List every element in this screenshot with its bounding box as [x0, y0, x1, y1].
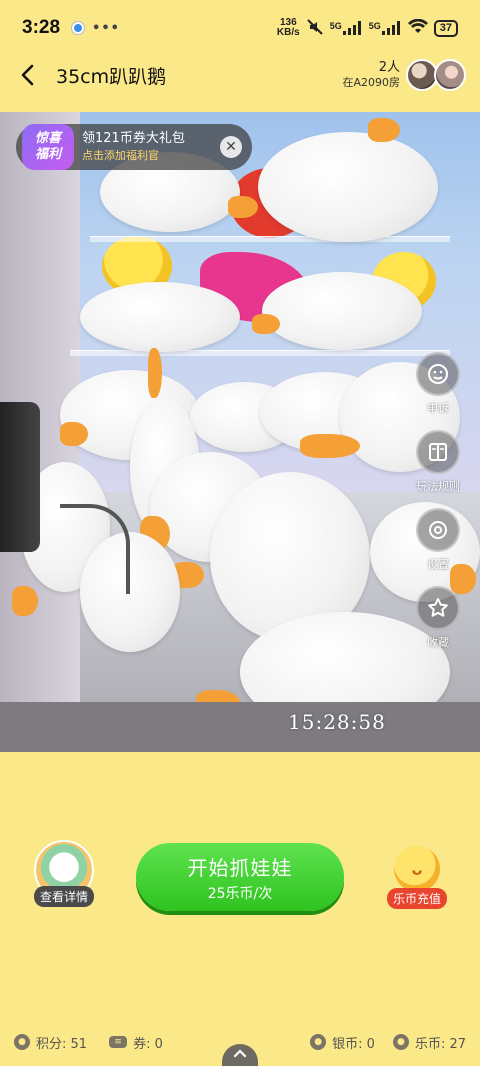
coin-icon: ᴗ [394, 846, 440, 892]
gear-icon [416, 508, 460, 552]
promo-subtitle: 点击添加福利官 [82, 149, 159, 162]
claw-cable [60, 504, 130, 594]
view-details-label: 查看详情 [33, 886, 94, 907]
goose-beak [148, 348, 162, 398]
video-timestamp: 15:28:58 [288, 710, 386, 734]
status-right: 136 KB/s 5G 5G 37 [277, 18, 458, 39]
goose-beak [12, 586, 38, 616]
wifi-icon [407, 18, 428, 38]
room-number: 在A2090房 [342, 76, 400, 89]
live-video: 15:28:58 [0, 112, 480, 752]
back-button[interactable] [14, 61, 42, 89]
promo-title: 领121币券大礼包 [82, 131, 185, 146]
room-title: 35cm趴趴鹅 [56, 65, 167, 88]
start-grab-button[interactable]: 开始抓娃娃 25乐币/次 [136, 843, 344, 911]
close-icon[interactable]: ✕ [220, 136, 242, 158]
start-grab-label: 开始抓娃娃 [187, 855, 293, 880]
goose-beak [252, 314, 280, 334]
promo-badge-line1: 惊喜 [34, 131, 61, 146]
coupons-stat: ≡ 券: 0 [109, 1033, 163, 1052]
price-per-play: 25乐币/次 [207, 885, 273, 902]
network-speed: 136 KB/s [277, 18, 300, 38]
silver-coin-icon: ● [310, 1034, 327, 1050]
more-notifications-icon: ••• [92, 20, 120, 36]
viewer-count: 2人 [378, 60, 400, 75]
points-value: 积分: 51 [36, 1036, 88, 1052]
chevron-up-icon [233, 1049, 247, 1058]
side-action-label: 收藏 [427, 636, 449, 649]
smiley-face-icon [416, 352, 460, 396]
glass-shelf [90, 236, 450, 242]
goose-beak [300, 434, 360, 458]
claw-mechanism [0, 402, 40, 552]
sim1-label: 5G [329, 21, 342, 31]
view-details-button[interactable]: 查看详情 [28, 840, 100, 914]
plush-goose [80, 282, 240, 352]
app-notification-icon [72, 22, 85, 34]
currency-stats: ● 银币: 0 ● 乐币: 27 [292, 1033, 466, 1052]
lebi-coin-icon: ● [392, 1034, 409, 1050]
lebi-stat: ● 乐币: 27 [392, 1033, 466, 1052]
promo-badge: 惊喜 福利 [22, 124, 74, 170]
signal-icon-2: 5G [369, 21, 402, 35]
lebi-value: 乐币: 27 [414, 1036, 466, 1052]
side-action-label: 玩法规则 [416, 480, 460, 493]
settings-button[interactable]: 设置 [416, 508, 460, 572]
side-actions: 申诉 玩法规则 设置 收藏 [410, 352, 466, 664]
recharge-label: 乐币充值 [386, 888, 447, 909]
promo-banner[interactable]: 惊喜 福利 领121币券大礼包 点击添加福利官 ✕ [16, 124, 252, 170]
chevron-left-icon [21, 64, 34, 86]
plush-goose [258, 132, 438, 242]
machine-floor [0, 702, 480, 752]
network-speed-unit: KB/s [276, 27, 300, 38]
side-action-label: 申诉 [427, 402, 449, 415]
goose-beak [368, 118, 400, 142]
silver-value: 银币: 0 [332, 1036, 375, 1052]
rules-button[interactable]: 玩法规则 [416, 430, 460, 494]
notification-icons: ••• [72, 21, 120, 36]
glass-shelf [70, 350, 450, 356]
goose-beak [60, 422, 88, 446]
mute-icon [306, 18, 324, 39]
goose-beak [228, 196, 258, 218]
star-icon [416, 586, 460, 630]
book-icon [416, 430, 460, 474]
ticket-icon: ≡ [109, 1036, 128, 1048]
status-time: 3:28 [22, 17, 61, 38]
viewer-area[interactable]: 2人 在A2090房 [342, 59, 466, 91]
room-header: 35cm趴趴鹅 2人 在A2090房 [0, 50, 480, 100]
points-stat: ● 积分: 51 [14, 1033, 87, 1052]
silver-stat: ● 银币: 0 [310, 1033, 375, 1052]
avatar[interactable] [434, 59, 466, 91]
promo-badge-line2: 福利 [34, 147, 61, 162]
side-action-label: 设置 [427, 558, 449, 571]
recharge-button[interactable]: ᴗ 乐币充值 [382, 846, 452, 914]
promo-text: 领121币券大礼包 点击添加福利官 [82, 130, 185, 164]
appeal-button[interactable]: 申诉 [416, 352, 460, 416]
signal-icon-1: 5G [330, 21, 363, 35]
viewer-info: 2人 在A2090房 [342, 60, 400, 90]
coupons-value: 券: 0 [133, 1036, 163, 1052]
plush-goose [262, 272, 422, 350]
sim2-label: 5G [368, 21, 381, 31]
viewer-avatars[interactable] [406, 59, 466, 91]
battery-indicator: 37 [433, 19, 458, 37]
status-bar: 3:28 ••• 136 KB/s 5G 5G 37 [0, 0, 480, 56]
points-icon: ● [14, 1034, 30, 1050]
favorite-button[interactable]: 收藏 [416, 586, 460, 650]
